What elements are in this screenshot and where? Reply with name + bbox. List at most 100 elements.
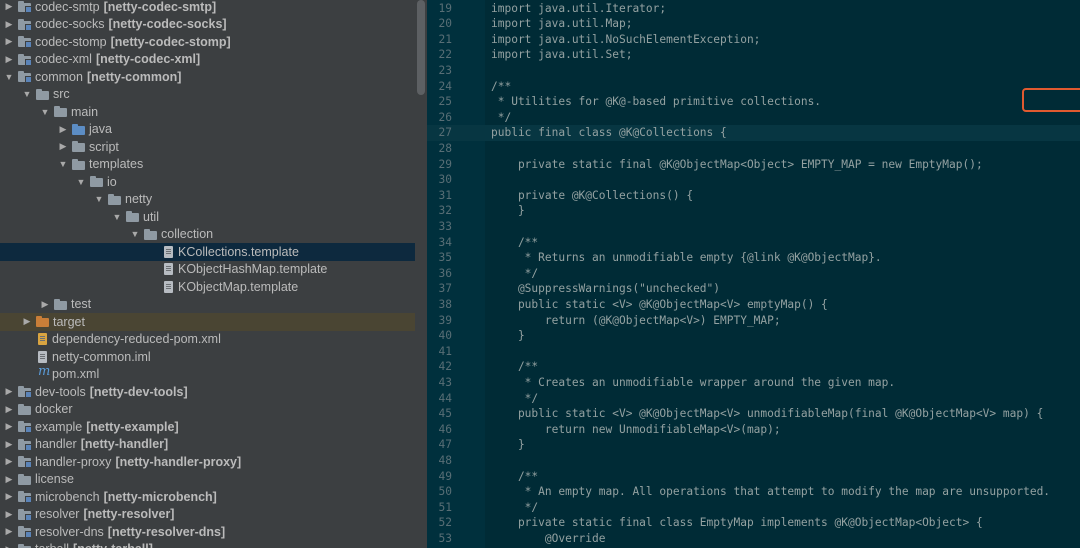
code-line[interactable]: 46 return new UnmodifiableMap<V>(map); [427, 422, 1080, 438]
collapse-arrow-icon[interactable]: ▶ [4, 474, 14, 485]
tree-item-test[interactable]: ▶ test [0, 296, 415, 314]
code-line[interactable]: 53 @Override [427, 531, 1080, 547]
tree-item-handler-proxy[interactable]: ▶ handler-proxy [netty-handler-proxy] [0, 453, 415, 471]
tree-item-codec-smtp[interactable]: ▶ codec-smtp [netty-codec-smtp] [0, 0, 415, 16]
expand-arrow-icon[interactable]: ▼ [4, 72, 14, 82]
project-tree[interactable]: ▶ codec-smtp [netty-codec-smtp] ▶ codec-sock… [0, 0, 415, 548]
tree-item-kobjectmap-template[interactable]: ▶KObjectMap.template [0, 278, 415, 296]
code-line[interactable]: 34 /** [427, 235, 1080, 251]
collapse-arrow-icon[interactable]: ▶ [4, 526, 14, 537]
tree-item-main[interactable]: ▼ main [0, 103, 415, 121]
tree-item-dev-tools[interactable]: ▶ dev-tools [netty-dev-tools] [0, 383, 415, 401]
collapse-arrow-icon[interactable]: ▶ [4, 439, 14, 450]
code-line[interactable]: 21 import java.util.NoSuchElementExceptio… [427, 32, 1080, 48]
tree-item-codec-socks[interactable]: ▶ codec-socks [netty-codec-socks] [0, 16, 415, 34]
line-number: 40 [438, 329, 452, 343]
module-folder-icon [18, 508, 32, 521]
code-line[interactable]: 32 } [427, 203, 1080, 219]
tree-item-codec-xml[interactable]: ▶ codec-xml [netty-codec-xml] [0, 51, 415, 69]
collapse-arrow-icon[interactable]: ▶ [4, 404, 14, 415]
code-line[interactable]: 37 @SuppressWarnings("unchecked") [427, 281, 1080, 297]
tree-item-io[interactable]: ▼ io [0, 173, 415, 191]
tree-item-microbench[interactable]: ▶ microbench [netty-microbench] [0, 488, 415, 506]
code-line[interactable]: 27 public final class @K@Collections { [427, 125, 1080, 141]
tree-item-src[interactable]: ▼ src [0, 86, 415, 104]
code-line[interactable]: 42 /** [427, 359, 1080, 375]
collapse-arrow-icon[interactable]: ▶ [4, 509, 14, 520]
code-line[interactable]: 47 } [427, 437, 1080, 453]
expand-arrow-icon[interactable]: ▼ [22, 89, 32, 99]
code-line[interactable]: 44 */ [427, 391, 1080, 407]
code-line[interactable]: 51 */ [427, 500, 1080, 516]
tree-item-resolver[interactable]: ▶ resolver [netty-resolver] [0, 506, 415, 524]
code-line[interactable]: 30 [427, 172, 1080, 188]
collapse-arrow-icon[interactable]: ▶ [22, 316, 32, 327]
code-editor[interactable]: 19 import java.util.Iterator; 20 import jav… [427, 0, 1080, 548]
collapse-arrow-icon[interactable]: ▶ [4, 456, 14, 467]
code-line[interactable]: 33 [427, 219, 1080, 235]
expand-arrow-icon[interactable]: ▼ [130, 229, 140, 239]
code-line[interactable]: 43 * Creates an unmodifiable wrapper aro… [427, 375, 1080, 391]
code-line[interactable]: 24 /** [427, 79, 1080, 95]
collapse-arrow-icon[interactable]: ▶ [4, 544, 14, 548]
tree-item-common[interactable]: ▼ common [netty-common] [0, 68, 415, 86]
collapse-arrow-icon[interactable]: ▶ [4, 36, 14, 47]
code-line[interactable]: 29 private static final @K@ObjectMap<Obj… [427, 157, 1080, 173]
tree-item-java[interactable]: ▶ java [0, 121, 415, 139]
tree-item-example[interactable]: ▶ example [netty-example] [0, 418, 415, 436]
code-line[interactable]: 38 public static <V> @K@ObjectMap<V> emp… [427, 297, 1080, 313]
tree-item-util[interactable]: ▼ util [0, 208, 415, 226]
collapse-arrow-icon[interactable]: ▶ [4, 1, 14, 12]
tree-item-templates[interactable]: ▼ templates [0, 156, 415, 174]
collapse-arrow-icon[interactable]: ▶ [4, 491, 14, 502]
code-line[interactable]: 26 */ [427, 110, 1080, 126]
collapse-arrow-icon[interactable]: ▶ [58, 141, 68, 152]
code-line[interactable]: 48 [427, 453, 1080, 469]
collapse-arrow-icon[interactable]: ▶ [58, 124, 68, 135]
tree-item-netty-common-iml[interactable]: ▶netty-common.iml [0, 348, 415, 366]
code-line[interactable]: 23 [427, 63, 1080, 79]
code-line[interactable]: 41 [427, 344, 1080, 360]
tree-item-target[interactable]: ▶ target [0, 313, 415, 331]
code-line[interactable]: 52 private static final class EmptyMap i… [427, 515, 1080, 531]
tree-item-resolver-dns[interactable]: ▶ resolver-dns [netty-resolver-dns] [0, 523, 415, 541]
code-line[interactable]: 25 * Utilities for @K@-based primitive c… [427, 94, 1080, 110]
expand-arrow-icon[interactable]: ▼ [76, 177, 86, 187]
line-number: 37 [438, 282, 452, 296]
code-line[interactable]: 49 /** [427, 469, 1080, 485]
expand-arrow-icon[interactable]: ▼ [58, 159, 68, 169]
code-line[interactable]: 28 [427, 141, 1080, 157]
code-line[interactable]: 31 private @K@Collections() { [427, 188, 1080, 204]
code-line[interactable]: 36 */ [427, 266, 1080, 282]
line-number: 43 [438, 375, 452, 389]
collapse-arrow-icon[interactable]: ▶ [4, 386, 14, 397]
tree-item-tarball[interactable]: ▶ tarball [netty-tarball] [0, 541, 415, 548]
tree-item-pom-xml[interactable]: ▶pom.xml [0, 364, 415, 384]
tree-item-codec-stomp[interactable]: ▶ codec-stomp [netty-codec-stomp] [0, 33, 415, 51]
code-line[interactable]: 20 import java.util.Map; [427, 16, 1080, 32]
tree-item-dependency-reduced-pom-xml[interactable]: ▶dependency-reduced-pom.xml [0, 331, 415, 349]
tree-item-kobjecthashmap-template[interactable]: ▶KObjectHashMap.template [0, 261, 415, 279]
code-line[interactable]: 22 import java.util.Set; [427, 47, 1080, 63]
collapse-arrow-icon[interactable]: ▶ [4, 54, 14, 65]
tree-item-script[interactable]: ▶ script [0, 138, 415, 156]
tree-item-docker[interactable]: ▶ docker [0, 401, 415, 419]
tree-item-handler[interactable]: ▶ handler [netty-handler] [0, 436, 415, 454]
tree-item-netty[interactable]: ▼ netty [0, 191, 415, 209]
expand-arrow-icon[interactable]: ▼ [40, 107, 50, 117]
code-line[interactable]: 40 } [427, 328, 1080, 344]
code-line[interactable]: 45 public static <V> @K@ObjectMap<V> unm… [427, 406, 1080, 422]
collapse-arrow-icon[interactable]: ▶ [4, 421, 14, 432]
code-line[interactable]: 50 * An empty map. All operations that a… [427, 484, 1080, 500]
expand-arrow-icon[interactable]: ▼ [112, 212, 122, 222]
collapse-arrow-icon[interactable]: ▶ [4, 19, 14, 30]
code-line[interactable]: 39 return (@K@ObjectMap<V>) EMPTY_MAP; [427, 313, 1080, 329]
collapse-arrow-icon[interactable]: ▶ [40, 299, 50, 310]
tree-item-license[interactable]: ▶ license [0, 471, 415, 489]
tree-item-kcollections-template[interactable]: ▶KCollections.template [0, 243, 415, 261]
code-line[interactable]: 35 * Returns an unmodifiable empty {@lin… [427, 250, 1080, 266]
expand-arrow-icon[interactable]: ▼ [94, 194, 104, 204]
tree-item-collection[interactable]: ▼ collection [0, 226, 415, 244]
code-line[interactable]: 19 import java.util.Iterator; [427, 1, 1080, 17]
project-tree-scroll-thumb[interactable] [417, 0, 425, 95]
